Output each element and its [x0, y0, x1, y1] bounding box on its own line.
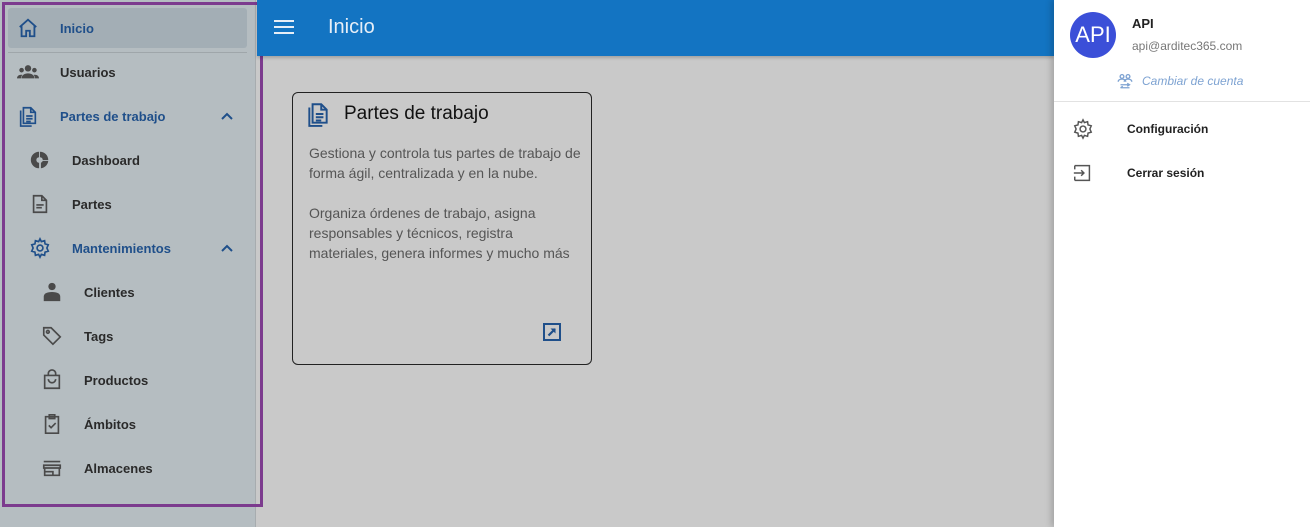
chevron-up-icon[interactable]: [219, 108, 235, 124]
documents-icon: [16, 104, 40, 128]
switch-account-link[interactable]: Cambiar de cuenta: [1116, 72, 1243, 90]
sidebar-item-label: Tags: [84, 328, 114, 344]
switch-account-label: Cambiar de cuenta: [1142, 74, 1244, 88]
sidebar-item-label: Partes de trabajo: [60, 108, 166, 124]
sidebar-item-label: Usuarios: [60, 64, 116, 80]
sidebar-item-dashboard[interactable]: Dashboard: [8, 140, 247, 180]
switch-account-icon: [1117, 73, 1133, 89]
chevron-up-icon[interactable]: [219, 240, 235, 256]
partes-de-trabajo-card[interactable]: Partes de trabajo Gestiona y controla tu…: [292, 92, 592, 365]
sidebar-item-productos[interactable]: Productos: [8, 360, 247, 400]
gear-icon: [1073, 118, 1093, 140]
menu-item-label: Configuración: [1127, 122, 1209, 136]
document-icon: [28, 192, 52, 216]
sidebar-item-partes-de-trabajo[interactable]: Partes de trabajo: [8, 96, 247, 136]
sidebar-item-inicio[interactable]: Inicio: [8, 8, 247, 48]
client-icon: [40, 280, 64, 304]
sidebar-item-partes[interactable]: Partes: [8, 184, 247, 224]
menu-item-cerrar-sesion[interactable]: Cerrar sesión: [1054, 153, 1310, 193]
home-icon: [16, 16, 40, 40]
top-app-bar: Inicio: [257, 0, 1054, 56]
sidebar-item-almacenes[interactable]: Almacenes: [8, 448, 247, 488]
gear-icon: [28, 236, 52, 260]
sidebar-item-label: Almacenes: [84, 460, 153, 476]
sidebar-item-label: Mantenimientos: [72, 240, 171, 256]
sidebar-item-label: Clientes: [84, 284, 135, 300]
user-email: api@arditec365.com: [1132, 39, 1243, 53]
logout-icon: [1073, 164, 1091, 182]
sidebar-item-tags[interactable]: Tags: [8, 316, 247, 356]
sidebar-item-label: Ámbitos: [84, 416, 136, 432]
sidebar: Inicio Usuarios Partes de trabajo Dashbo…: [0, 0, 256, 527]
clipboard-check-icon: [40, 412, 64, 436]
panel-divider: [1054, 101, 1310, 102]
bag-icon: [40, 368, 64, 392]
dashboard-icon: [28, 148, 52, 172]
avatar[interactable]: API: [1070, 12, 1116, 58]
card-description-detail: Organiza órdenes de trabajo, asigna resp…: [309, 205, 570, 261]
menu-item-configuracion[interactable]: Configuración: [1054, 109, 1310, 149]
page-title: Inicio: [328, 16, 375, 38]
sidebar-item-clientes[interactable]: Clientes: [8, 272, 247, 312]
sidebar-item-usuarios[interactable]: Usuarios: [8, 52, 247, 92]
sidebar-item-label: Partes: [72, 196, 112, 212]
users-icon: [16, 60, 40, 84]
menu-item-label: Cerrar sesión: [1127, 166, 1205, 180]
card-description: Gestiona y controla tus partes de trabaj…: [309, 145, 581, 181]
sidebar-item-mantenimientos[interactable]: Mantenimientos: [8, 228, 247, 268]
documents-icon: [308, 103, 328, 127]
sidebar-item-ambitos[interactable]: Ámbitos: [8, 404, 247, 444]
user-name: API: [1132, 16, 1154, 31]
tag-icon: [40, 324, 64, 348]
open-external-icon[interactable]: [542, 322, 562, 342]
account-panel: API API api@arditec365.com Cambiar de cu…: [1054, 0, 1310, 527]
sidebar-item-label: Dashboard: [72, 152, 140, 168]
menu-icon[interactable]: [273, 16, 295, 38]
sidebar-item-label: Productos: [84, 372, 149, 388]
store-icon: [40, 456, 64, 480]
card-title: Partes de trabajo: [344, 103, 489, 124]
sidebar-item-label: Inicio: [60, 20, 94, 36]
